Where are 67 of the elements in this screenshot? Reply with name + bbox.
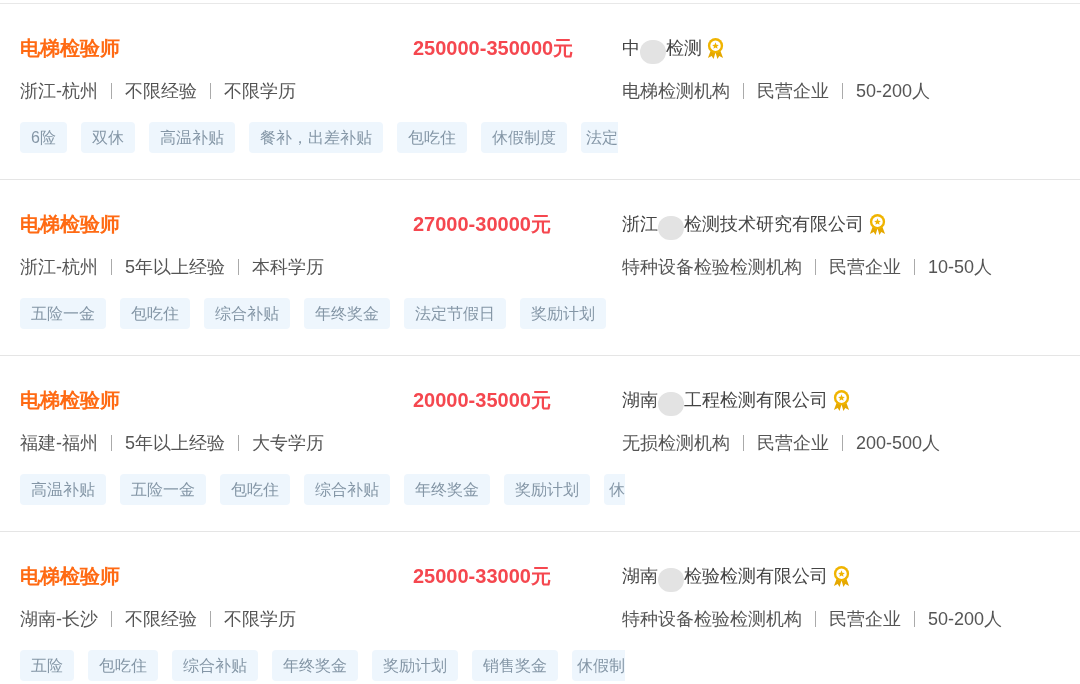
company-type: 民营企业 — [757, 431, 829, 455]
benefit-tag: 包吃住 — [220, 474, 290, 505]
company-size: 200-500人 — [856, 431, 941, 455]
benefit-tag: 综合补贴 — [172, 650, 258, 681]
experience: 不限经验 — [125, 79, 197, 103]
benefit-tag: 奖励计划 — [504, 474, 590, 505]
education: 大专学历 — [252, 431, 324, 455]
blur-mask — [640, 40, 666, 64]
education: 本科学历 — [252, 255, 324, 279]
company-name[interactable]: 湖南 — [622, 386, 658, 414]
benefit-tag: 法定节假日 — [404, 298, 506, 329]
industry: 特种设备检验检测机构 — [622, 255, 802, 279]
benefit-tag: 奖励计划 — [372, 650, 458, 681]
benefit-tag: 包吃住 — [396, 122, 467, 153]
salary: 250000-350000元 — [413, 36, 574, 61]
company-name[interactable]: 浙江 — [622, 210, 658, 238]
benefit-tag: 高温补贴 — [148, 122, 235, 153]
benefit-tag: 销售奖金 — [472, 650, 558, 681]
company-name[interactable]: 工程检测有限公司 — [684, 386, 828, 414]
benefit-tag: 包吃住 — [120, 298, 190, 329]
experience: 5年以上经验 — [125, 431, 225, 455]
education: 不限学历 — [224, 79, 296, 103]
blur-mask — [658, 216, 684, 240]
company-type: 民营企业 — [829, 255, 901, 279]
industry: 无损检测机构 — [622, 431, 730, 455]
benefit-tag: 6险 — [20, 122, 67, 153]
benefit-tag: 双休 — [80, 122, 135, 153]
benefit-tag: 年终奖金 — [404, 474, 490, 505]
education: 不限学历 — [224, 607, 296, 631]
company-size: 50-200人 — [856, 79, 931, 103]
location: 福建-福州 — [20, 431, 98, 455]
salary: 25000-33000元 — [413, 564, 551, 589]
benefit-tag: 高温补贴 — [20, 474, 106, 505]
benefit-tag: 休假制 — [572, 650, 625, 681]
location: 浙江-杭州 — [20, 79, 98, 103]
blur-mask — [658, 392, 684, 416]
company-name[interactable]: 检测技术研究有限公司 — [684, 210, 864, 238]
benefit-tag: 综合补贴 — [204, 298, 290, 329]
company-name[interactable]: 中 — [622, 34, 640, 62]
benefit-tag: 餐补，出差补贴 — [248, 122, 383, 153]
benefit-tag: 法定 — [580, 122, 618, 153]
salary: 27000-30000元 — [413, 212, 551, 237]
experience: 5年以上经验 — [125, 255, 225, 279]
industry: 电梯检测机构 — [622, 79, 730, 103]
benefit-tag: 五险一金 — [120, 474, 206, 505]
industry: 特种设备检验检测机构 — [622, 607, 802, 631]
benefit-tag: 包吃住 — [88, 650, 158, 681]
benefit-tag: 休 — [604, 474, 625, 505]
benefit-tag: 综合补贴 — [304, 474, 390, 505]
company-size: 10-50人 — [928, 255, 993, 279]
company-type: 民营企业 — [757, 79, 829, 103]
benefit-tag: 奖励计划 — [520, 298, 606, 329]
benefit-tag: 五险 — [20, 650, 74, 681]
company-size: 50-200人 — [928, 607, 1003, 631]
benefit-tag: 五险一金 — [20, 298, 106, 329]
benefit-tag: 年终奖金 — [304, 298, 390, 329]
location: 湖南-长沙 — [20, 607, 98, 631]
salary: 20000-35000元 — [413, 388, 551, 413]
benefit-tag: 年终奖金 — [272, 650, 358, 681]
company-name[interactable]: 检验检测有限公司 — [684, 562, 828, 590]
company-name[interactable]: 检测 — [666, 34, 702, 62]
blur-mask — [658, 568, 684, 592]
experience: 不限经验 — [125, 607, 197, 631]
company-type: 民营企业 — [829, 607, 901, 631]
location: 浙江-杭州 — [20, 255, 98, 279]
company-name[interactable]: 湖南 — [622, 562, 658, 590]
benefit-tag: 休假制度 — [480, 122, 567, 153]
